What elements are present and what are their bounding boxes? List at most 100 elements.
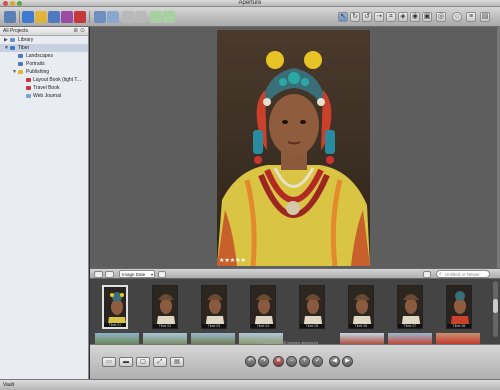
- rotate-right-icon[interactable]: [135, 11, 147, 23]
- thumbnail-row-2-image[interactable]: [95, 333, 139, 344]
- import-icon[interactable]: [4, 11, 16, 23]
- thumbnail[interactable]: Tibet 05: [299, 285, 325, 329]
- straighten-tool-icon[interactable]: ⇢: [374, 12, 384, 22]
- rotate-ccw-tool-icon[interactable]: ↺: [362, 12, 372, 22]
- sidebar-item-label: Travel Book: [33, 85, 60, 91]
- projects-sidebar: All Projects ⊕ ⊙ ▶ Library ▼ Tibet Lands…: [0, 27, 89, 379]
- disclosure-down-icon[interactable]: ▼: [12, 68, 17, 76]
- browser-view-button[interactable]: ▭: [102, 357, 116, 367]
- thumbnail-caption: Tibet 05: [300, 324, 324, 328]
- disclosure-right-icon[interactable]: ▶: [4, 36, 8, 44]
- list-view-button[interactable]: [105, 271, 114, 278]
- status-bar: Vault: [0, 379, 500, 390]
- filmstrip-scrollbar[interactable]: [493, 281, 498, 337]
- fullscreen-button[interactable]: ⤢: [153, 357, 167, 367]
- vault-label: Vault: [3, 382, 15, 388]
- new-project-icon[interactable]: [22, 11, 34, 23]
- lift-stamp-tool-icon[interactable]: ▣: [422, 12, 432, 22]
- sidebar-item-portraits[interactable]: Portraits: [0, 60, 88, 68]
- rating-stars[interactable]: ★★★★★: [219, 257, 246, 264]
- sidebar-header: All Projects ⊕ ⊙: [0, 27, 88, 36]
- sidebar-item-label: Tibet: [18, 45, 29, 51]
- sort-direction-button[interactable]: [158, 271, 166, 278]
- new-smart-album-icon[interactable]: [61, 11, 73, 23]
- thumbnail[interactable]: Tibet 06: [348, 285, 374, 329]
- project-icon: [10, 46, 15, 50]
- selection-tool-icon[interactable]: ↖: [338, 12, 348, 22]
- stack-button[interactable]: ▤: [170, 357, 184, 367]
- toolbar: ↖ ↻ ↺ ⇢ ⌗ ◈ ◉ ▣ ◎ ○ ≡ ▤: [0, 7, 500, 27]
- next-button[interactable]: ▶: [342, 356, 353, 367]
- album-icon: [18, 62, 23, 66]
- loupe-icon[interactable]: ○: [452, 12, 462, 22]
- main-photo[interactable]: ★★★★★: [217, 30, 370, 266]
- crop-tool-icon[interactable]: ⌗: [386, 12, 396, 22]
- lift-icon[interactable]: [150, 11, 162, 23]
- thumbnail-image: [447, 286, 471, 328]
- loupe-tool-icon[interactable]: ◎: [436, 12, 446, 22]
- thumbnail-caption: Tibet 07: [398, 324, 422, 328]
- filmstrip: Tibet 01 Tibet 02 Tibet 03 Tibet 04 Tibe…: [90, 279, 500, 345]
- thumbnail-row-2-image[interactable]: [388, 333, 432, 344]
- sidebar-actions[interactable]: ⊕ ⊙: [73, 27, 85, 36]
- thumbnail-image: [398, 286, 422, 328]
- sidebar-item-layout-book[interactable]: Layout Book (light T...: [0, 76, 88, 84]
- sidebar-item-label: Portraits: [26, 61, 45, 67]
- thumbnail-row-2-image[interactable]: [191, 333, 235, 344]
- image-viewer: ★★★★★: [90, 27, 500, 268]
- sort-select[interactable]: Image Date ▾: [119, 270, 155, 278]
- thumbnail-caption: Tibet 08: [447, 324, 471, 328]
- thumbnail[interactable]: Tibet 03: [201, 285, 227, 329]
- red-eye-tool-icon[interactable]: ◉: [410, 12, 420, 22]
- sidebar-item-library[interactable]: ▶ Library: [0, 36, 88, 44]
- rotate-left-icon[interactable]: [122, 11, 134, 23]
- thumbnail-caption: Tibet 03: [202, 324, 226, 328]
- spot-patch-tool-icon[interactable]: ◈: [398, 12, 408, 22]
- sidebar-item-web-journal[interactable]: Web Journal: [0, 92, 88, 100]
- unstack-icon[interactable]: [107, 11, 119, 23]
- previous-button[interactable]: ◀: [329, 356, 340, 367]
- new-album-icon[interactable]: [48, 11, 60, 23]
- search-input[interactable]: ⌕ Untitled or Newer: [436, 270, 490, 278]
- rotate-left-button[interactable]: ↶: [245, 356, 256, 367]
- new-book-icon[interactable]: [74, 11, 86, 23]
- thumbnail-caption: Tibet 04: [251, 324, 275, 328]
- thumbnail-row-2-image[interactable]: [143, 333, 187, 344]
- reject-button[interactable]: ✕: [273, 356, 284, 367]
- sidebar-item-landscapes[interactable]: Landscapes: [0, 52, 88, 60]
- select-button[interactable]: ✓: [312, 356, 323, 367]
- thumbnail[interactable]: Tibet 04: [250, 285, 276, 329]
- scrollbar-knob[interactable]: [493, 299, 498, 313]
- thumbnail[interactable]: Tibet 07: [397, 285, 423, 329]
- browser-bar: Image Date ▾ ⌕ Untitled or Newer: [90, 268, 500, 279]
- search-icon: ⌕: [439, 271, 442, 277]
- thumbnail[interactable]: Tibet 08: [446, 285, 472, 329]
- rotate-tool-icon[interactable]: ↻: [350, 12, 360, 22]
- thumbnail-row-2-image[interactable]: [340, 333, 384, 344]
- title-bar: Aperture: [0, 0, 500, 7]
- query-hud-button[interactable]: [423, 271, 431, 278]
- stack-icon[interactable]: [94, 11, 106, 23]
- thumbnail[interactable]: Tibet 02: [152, 285, 178, 329]
- hud-icon[interactable]: ▤: [480, 12, 490, 22]
- chevron-down-icon: ▾: [150, 272, 153, 277]
- thumbnail-image: [300, 286, 324, 328]
- thumbnail[interactable]: Tibet 01: [102, 285, 128, 329]
- decrease-rating-button[interactable]: −: [286, 356, 297, 367]
- rotate-right-button[interactable]: ↷: [258, 356, 269, 367]
- folder-icon: [18, 70, 23, 74]
- grid-view-button[interactable]: [94, 271, 103, 278]
- thumbnail-row-2-image[interactable]: [436, 333, 480, 344]
- sidebar-item-tibet[interactable]: ▼ Tibet: [0, 44, 88, 52]
- split-view-button[interactable]: ▬: [119, 357, 133, 367]
- book-icon: [26, 86, 31, 90]
- increase-rating-button[interactable]: +: [299, 356, 310, 367]
- disclosure-down-icon[interactable]: ▼: [4, 44, 9, 52]
- sidebar-item-travel-book[interactable]: Travel Book: [0, 84, 88, 92]
- new-folder-icon[interactable]: [35, 11, 47, 23]
- inspector-icon[interactable]: ≡: [466, 12, 476, 22]
- stamp-icon[interactable]: [163, 11, 175, 23]
- thumbnail-caption: Tibet 02: [153, 324, 177, 328]
- viewer-view-button[interactable]: ▢: [136, 357, 150, 367]
- sidebar-item-publishing[interactable]: ▼ Publishing: [0, 68, 88, 76]
